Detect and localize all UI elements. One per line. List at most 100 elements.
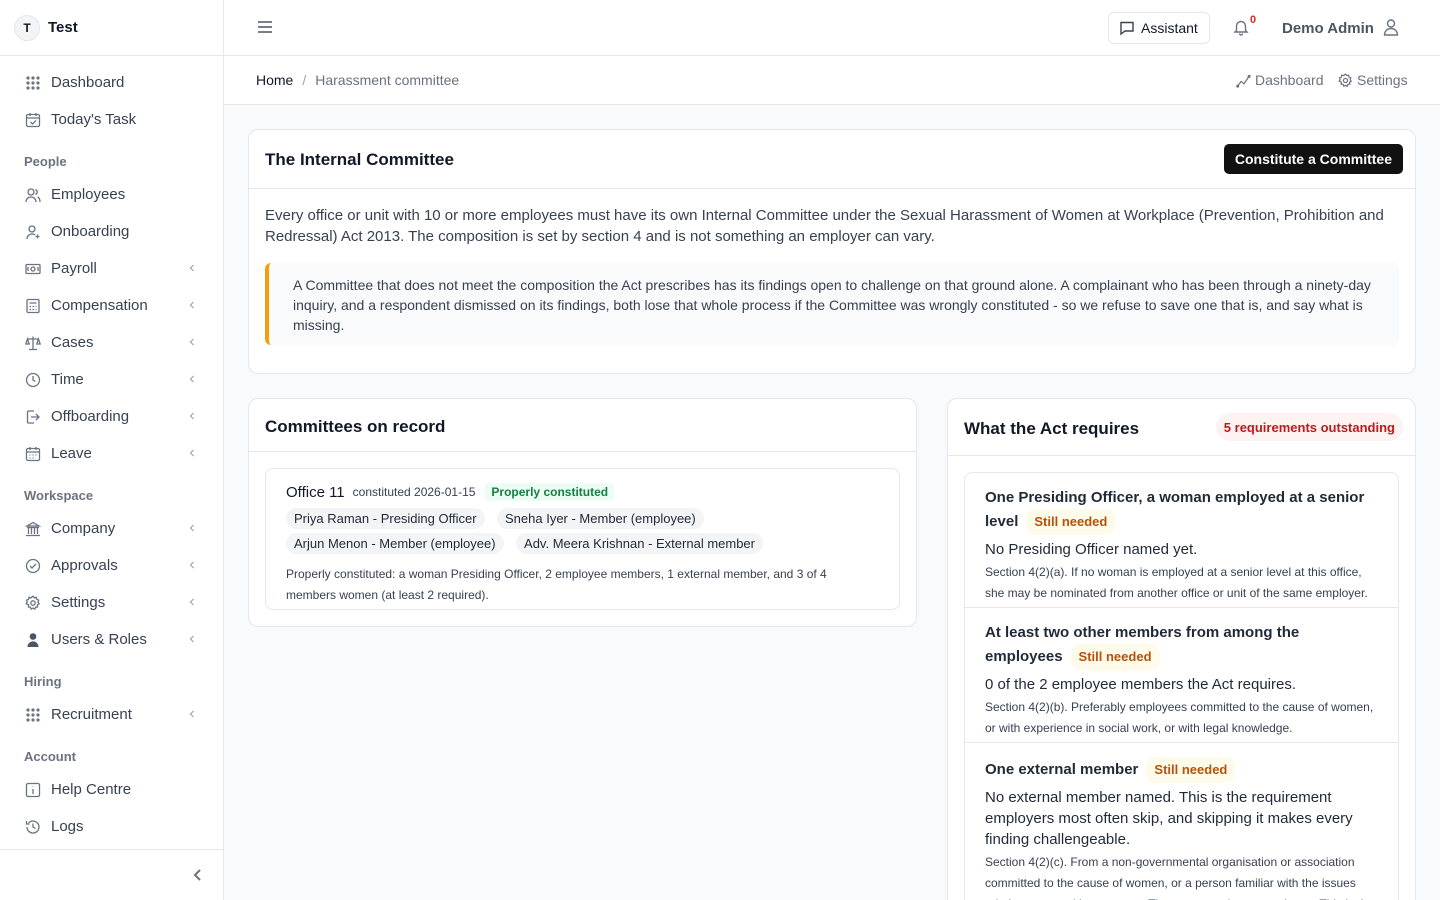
sidebar-item-payroll[interactable]: Payroll: [0, 250, 223, 287]
sidebar-item-employees[interactable]: Employees: [0, 176, 223, 213]
requirement-status: 0 of the 2 employee members the Act requ…: [985, 676, 1296, 693]
chevron-left-icon: [189, 635, 194, 643]
section-people: People: [24, 154, 67, 169]
card-header: Committees on record: [249, 399, 916, 452]
calendar-check-icon: [24, 111, 41, 128]
requirement-note: Section 4(2)(a). If no woman is employed…: [985, 565, 1368, 600]
intro-text: Every office or unit with 10 or more emp…: [265, 207, 1384, 245]
requirement-item: One external member Still needed No exter…: [965, 743, 1398, 900]
requirement-status: No external member named. This is the re…: [985, 789, 1353, 848]
sidebar-item-recruitment[interactable]: Recruitment: [0, 696, 223, 733]
sidebar-item-label: Settings: [51, 594, 106, 611]
member-chip: Adv. Meera Krishnan - External member: [516, 533, 763, 554]
sidebar-item-label: Company: [51, 520, 116, 537]
notification-count: 0: [1250, 14, 1257, 26]
sidebar-item-dashboard[interactable]: Dashboard: [0, 64, 223, 101]
sidebar-item-label: Offboarding: [51, 408, 130, 425]
brand[interactable]: T Test: [0, 0, 223, 56]
sidebar-item-compensation[interactable]: Compensation: [0, 287, 223, 324]
grid-icon: [24, 74, 41, 91]
history-icon: [24, 818, 41, 835]
quick-dashboard-label: Dashboard: [1255, 72, 1324, 88]
requirements-card: What the Act requires 5 requirements out…: [947, 398, 1416, 900]
user-icon[interactable]: [1382, 18, 1400, 36]
sidebar-item-label: Recruitment: [51, 706, 132, 723]
outstanding-badge: 5 requirements outstanding: [1215, 413, 1403, 441]
banknote-icon: [24, 260, 41, 277]
building-icon: [24, 520, 41, 537]
user-name[interactable]: Demo Admin: [1282, 20, 1374, 37]
sidebar-item-logs[interactable]: Logs: [0, 808, 223, 845]
breadcrumb-home[interactable]: Home: [256, 72, 293, 88]
warning-notice: A Committee that does not meet the compo…: [265, 263, 1399, 345]
committee-entry[interactable]: Office 11 constituted 2026-01-15 Properl…: [265, 468, 900, 610]
sidebar-footer: [0, 849, 223, 900]
sidebar-item-label: Users & Roles: [51, 631, 147, 648]
sidebar-item-settings[interactable]: Settings: [0, 584, 223, 621]
quick-settings-label: Settings: [1357, 72, 1408, 88]
calculator-icon: [24, 297, 41, 314]
sidebar-item-offboarding[interactable]: Offboarding: [0, 398, 223, 435]
assistant-button[interactable]: Assistant: [1108, 12, 1210, 44]
member-list: Priya Raman - Presiding Officer Sneha Iy…: [286, 508, 846, 558]
log-out-icon: [24, 408, 41, 425]
sidebar-item-label: Dashboard: [51, 74, 125, 91]
sidebar-item-help-centre[interactable]: Help Centre: [0, 771, 223, 808]
clock-icon: [24, 371, 41, 388]
still-needed-badge: Still needed: [1026, 509, 1116, 535]
users-icon: [24, 186, 41, 203]
sidebar-item-label: Employees: [51, 186, 126, 203]
breadcrumb: Home / Harassment committee: [256, 72, 459, 88]
sidebar-item-time[interactable]: Time: [0, 361, 223, 398]
quick-link-settings[interactable]: Settings: [1338, 72, 1408, 88]
constitute-committee-button[interactable]: Constitute a Committee: [1223, 144, 1403, 174]
sidebar-item-label: Compensation: [51, 297, 148, 314]
collapse-sidebar-icon[interactable]: [189, 866, 207, 884]
calendar-icon: [24, 445, 41, 462]
member-chip: Arjun Menon - Member (employee): [286, 533, 504, 554]
sidebar-item-label: Leave: [51, 445, 92, 462]
sidebar-item-cases[interactable]: Cases: [0, 324, 223, 361]
sidebar-item-label: Time: [51, 371, 84, 388]
sidebar-item-onboarding[interactable]: Onboarding: [0, 213, 223, 250]
chevron-left-icon: [189, 561, 194, 569]
card-header: The Internal Committee Constitute a Comm…: [249, 130, 1415, 189]
status-badge: Properly constituted: [485, 483, 615, 501]
section-hiring: Hiring: [24, 674, 62, 689]
still-needed-badge: Still needed: [1070, 644, 1160, 670]
sidebar-item-users-roles[interactable]: Users & Roles: [0, 621, 223, 658]
bell-icon[interactable]: [1232, 18, 1250, 36]
chevron-left-icon: [189, 449, 194, 457]
sidebar-item-label: Approvals: [51, 557, 118, 574]
gear-icon: [1338, 72, 1353, 87]
breadcrumb-bar: Home / Harassment committee Dashboard Se…: [224, 56, 1440, 105]
sidebar-item-label: Cases: [51, 334, 94, 351]
chevron-left-icon: [189, 264, 194, 272]
info-icon: [24, 781, 41, 798]
assistant-label: Assistant: [1141, 20, 1198, 36]
constituted-date: constituted 2026-01-15: [352, 485, 476, 499]
menu-icon[interactable]: [256, 18, 274, 36]
requirement-status: No Presiding Officer named yet.: [985, 541, 1198, 558]
user-plus-icon: [24, 223, 41, 240]
sidebar-item-label: Onboarding: [51, 223, 130, 240]
requirement-item: At least two other members from among th…: [965, 608, 1398, 743]
still-needed-badge: Still needed: [1146, 757, 1236, 783]
chevron-left-icon: [189, 338, 194, 346]
chat-icon: [1120, 21, 1134, 36]
sidebar-item-todays-task[interactable]: Today's Task: [0, 101, 223, 138]
chevron-left-icon: [189, 710, 194, 718]
sidebar-item-label: Payroll: [51, 260, 97, 277]
sidebar: T Test Dashboard Today's Task People Emp…: [0, 0, 224, 900]
sidebar-item-company[interactable]: Company: [0, 510, 223, 547]
breadcrumb-separator: /: [302, 72, 307, 88]
chevron-left-icon: [189, 375, 194, 383]
top-bar: Assistant 0 Demo Admin: [224, 0, 1440, 56]
brand-name: Test: [48, 19, 78, 36]
sidebar-item-approvals[interactable]: Approvals: [0, 547, 223, 584]
chevron-left-icon: [189, 301, 194, 309]
breadcrumb-current: Harassment committee: [315, 72, 460, 88]
quick-link-dashboard[interactable]: Dashboard: [1236, 72, 1324, 88]
sidebar-item-leave[interactable]: Leave: [0, 435, 223, 472]
requirement-note: Section 4(2)(c). From a non-governmental…: [985, 855, 1374, 900]
